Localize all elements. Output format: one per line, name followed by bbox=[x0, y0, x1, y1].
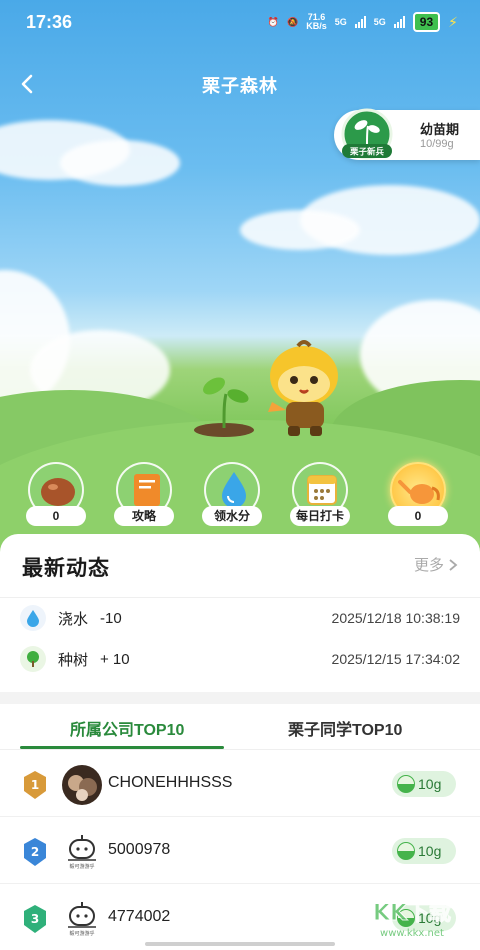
ranking-row[interactable]: 1 CHONEHHHSSS 10g bbox=[0, 750, 480, 817]
avatar bbox=[62, 765, 102, 805]
growth-stage-badge[interactable]: 栗子新兵 幼苗期 10/99g bbox=[334, 108, 480, 160]
svg-text:1: 1 bbox=[31, 778, 39, 792]
site-watermark-logo: KK下载 www.kkx.net bbox=[372, 900, 451, 940]
charging-icon: ⚡ bbox=[448, 13, 458, 30]
activity-type: 浇水 bbox=[58, 610, 89, 628]
rank-2-medal-icon: 2 bbox=[24, 838, 46, 866]
svg-text:毅可游游乎: 毅可游游乎 bbox=[69, 930, 94, 937]
guide-label: 攻略 bbox=[114, 506, 174, 526]
calendar-icon bbox=[307, 475, 337, 505]
page-title: 栗子森林 bbox=[202, 76, 278, 96]
network-speed: 71.6 KB/s bbox=[306, 12, 327, 31]
svg-text:栗子新兵: 栗子新兵 bbox=[349, 147, 385, 158]
mascot-icon bbox=[268, 340, 338, 436]
stage-name: 幼苗期 bbox=[420, 122, 460, 137]
battery-indicator: 93 bbox=[412, 12, 441, 32]
status-icons: ⏰ 🔕 71.6 KB/s 5G 5G 93 ⚡ bbox=[268, 12, 458, 32]
daily-checkin-label: 每日打卡 bbox=[290, 506, 350, 526]
collect-water-button[interactable]: 领水分 bbox=[202, 462, 262, 528]
activity-time: 2025/12/18 10:38:19 bbox=[331, 610, 460, 626]
sapling-icon bbox=[194, 377, 254, 437]
tab-classmates-top10[interactable]: 栗子同学TOP10 bbox=[288, 716, 402, 740]
rank-1-medal-icon: 1 bbox=[24, 771, 46, 799]
sim2-label: 5G bbox=[373, 17, 386, 27]
tree-icon bbox=[20, 646, 46, 672]
avatar: 毅可游游乎 bbox=[62, 899, 102, 939]
chevron-right-icon bbox=[449, 558, 458, 571]
alarm-icon: ⏰ bbox=[267, 16, 280, 27]
tab-indicator bbox=[20, 746, 224, 749]
chestnut-count: 0 bbox=[26, 506, 86, 526]
svg-text:毅可游游乎: 毅可游游乎 bbox=[69, 863, 94, 870]
section-title: 最新动态 bbox=[22, 557, 110, 580]
nav-bar: 栗子森林 bbox=[0, 62, 480, 106]
water-level-icon bbox=[397, 842, 415, 860]
divider bbox=[0, 597, 480, 598]
water-drop-icon bbox=[222, 472, 246, 508]
daily-checkin-button[interactable]: 每日打卡 bbox=[290, 462, 350, 528]
status-bar: 17:36 ⏰ 🔕 71.6 KB/s 5G 5G 93 ⚡ bbox=[0, 0, 480, 44]
guide-button[interactable]: 攻略 bbox=[114, 462, 174, 528]
ranking-row[interactable]: 2 毅可游游乎 5000978 10g bbox=[0, 817, 480, 884]
sim1-label: 5G bbox=[334, 17, 347, 27]
svg-text:KK下载: KK下载 bbox=[373, 900, 451, 926]
recruit-medal-icon: 栗子新兵 bbox=[341, 108, 393, 160]
forest-scene: 17:36 ⏰ 🔕 71.6 KB/s 5G 5G 93 ⚡ 栗子森林 栗子新兵… bbox=[0, 0, 480, 560]
amount-badge: 10g bbox=[392, 771, 456, 797]
amount-badge: 10g bbox=[392, 838, 456, 864]
activity-item: 浇水 -10 2025/12/18 10:38:19 bbox=[20, 604, 460, 632]
activity-type: 种树 bbox=[58, 651, 89, 669]
chestnut-count-button[interactable]: 0 bbox=[26, 462, 86, 528]
avatar: 毅可游游乎 bbox=[62, 832, 102, 872]
svg-text:www.kkx.net: www.kkx.net bbox=[380, 928, 444, 939]
water-count: 0 bbox=[388, 506, 448, 526]
section-gap bbox=[0, 692, 480, 704]
user-name: 4774002 bbox=[108, 908, 171, 925]
home-indicator[interactable] bbox=[145, 942, 335, 946]
activity-amount: -10 bbox=[100, 609, 122, 627]
activity-item: 种树 + 10 2025/12/15 17:34:02 bbox=[20, 645, 460, 673]
book-icon bbox=[134, 474, 160, 506]
activity-amount: + 10 bbox=[100, 650, 130, 668]
watering-button[interactable]: 0 bbox=[388, 462, 448, 528]
user-name: CHONEHHHSSS bbox=[108, 774, 233, 791]
collect-water-label: 领水分 bbox=[202, 506, 262, 526]
chestnut-icon bbox=[41, 478, 75, 506]
signal-icon bbox=[354, 16, 366, 28]
svg-text:2: 2 bbox=[31, 845, 39, 859]
cloud bbox=[60, 140, 180, 186]
stage-progress: 10/99g bbox=[420, 138, 454, 150]
activity-time: 2025/12/15 17:34:02 bbox=[331, 651, 460, 667]
clock: 17:36 bbox=[26, 12, 73, 32]
cloud bbox=[240, 210, 360, 250]
signal-icon bbox=[393, 16, 405, 28]
ranking-tabs: 所属公司TOP10 栗子同学TOP10 bbox=[0, 704, 480, 750]
latest-activity-card: 最新动态 更多 浇水 -10 2025/12/18 10:38:19 种树 + … bbox=[0, 534, 480, 692]
water-level-icon bbox=[397, 775, 415, 793]
water-drop-icon bbox=[20, 605, 46, 631]
more-link[interactable]: 更多 bbox=[414, 554, 458, 575]
tab-company-top10[interactable]: 所属公司TOP10 bbox=[70, 716, 184, 740]
mute-icon: 🔕 bbox=[287, 16, 299, 27]
svg-text:3: 3 bbox=[31, 912, 39, 926]
user-name: 5000978 bbox=[108, 841, 171, 858]
watering-can-icon bbox=[398, 480, 440, 504]
rank-3-medal-icon: 3 bbox=[24, 905, 46, 933]
